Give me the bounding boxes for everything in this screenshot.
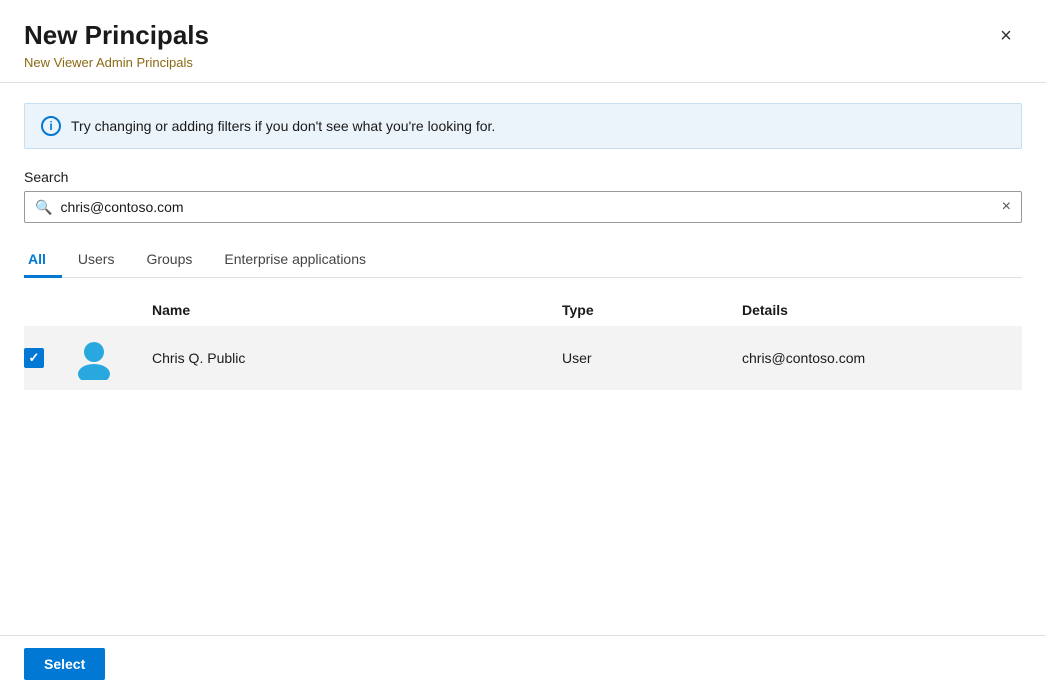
tab-enterprise-applications[interactable]: Enterprise applications <box>208 243 382 278</box>
row-avatar-cell <box>72 336 152 380</box>
table-header: Name Type Details <box>24 294 1022 326</box>
dialog-title: New Principals <box>24 20 1022 51</box>
results-table: Name Type Details Chris Q. Public User <box>24 294 1022 390</box>
dialog-footer: Select <box>0 635 1046 692</box>
tab-groups[interactable]: Groups <box>130 243 208 278</box>
row-checkbox[interactable] <box>24 348 44 368</box>
row-type: User <box>562 350 742 366</box>
info-icon: i <box>41 116 61 136</box>
tab-all[interactable]: All <box>24 243 62 278</box>
col-details: Details <box>742 302 1022 318</box>
search-clear-button[interactable]: × <box>1002 198 1011 216</box>
dialog-header: New Principals New Viewer Admin Principa… <box>0 0 1046 83</box>
user-avatar-icon <box>72 336 116 380</box>
dialog-subtitle: New Viewer Admin Principals <box>24 55 1022 70</box>
info-banner-text: Try changing or adding filters if you do… <box>71 118 495 134</box>
search-label: Search <box>24 169 1022 185</box>
row-details: chris@contoso.com <box>742 350 1022 366</box>
search-icon: 🔍 <box>35 199 52 216</box>
search-input[interactable] <box>60 199 993 215</box>
col-name: Name <box>152 302 562 318</box>
col-checkbox <box>24 302 72 318</box>
row-checkbox-cell <box>24 348 72 368</box>
select-button[interactable]: Select <box>24 648 105 680</box>
row-name: Chris Q. Public <box>152 350 562 366</box>
dialog-body: i Try changing or adding filters if you … <box>0 83 1046 635</box>
search-container: 🔍 × <box>24 191 1022 223</box>
tab-users[interactable]: Users <box>62 243 131 278</box>
info-banner: i Try changing or adding filters if you … <box>24 103 1022 149</box>
table-row[interactable]: Chris Q. Public User chris@contoso.com <box>24 326 1022 390</box>
close-button[interactable]: × <box>990 20 1022 52</box>
col-type: Type <box>562 302 742 318</box>
tabs-container: All Users Groups Enterprise applications <box>24 243 1022 278</box>
col-avatar <box>72 302 152 318</box>
new-principals-dialog: New Principals New Viewer Admin Principa… <box>0 0 1046 692</box>
